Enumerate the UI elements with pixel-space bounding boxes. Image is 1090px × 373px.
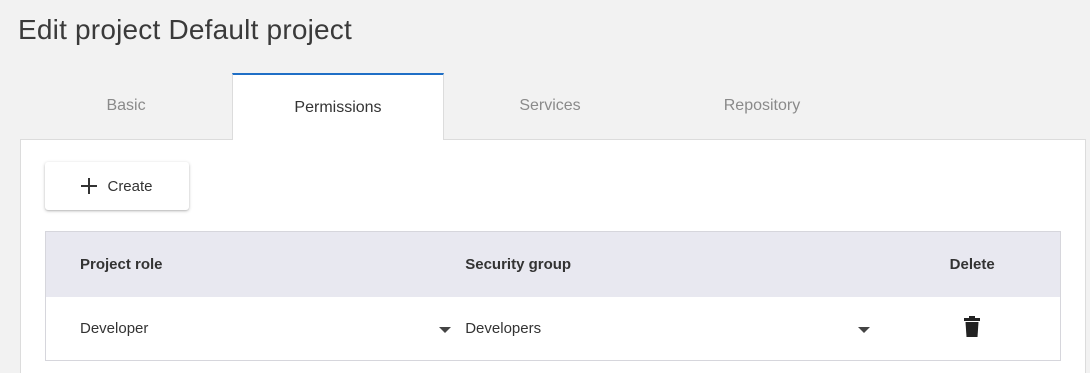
project-role-select[interactable]: Developer — [46, 297, 465, 360]
page-title: Edit project Default project — [18, 14, 352, 45]
project-role-value: Developer — [80, 320, 149, 337]
chevron-down-icon — [439, 326, 452, 333]
security-group-value: Developers — [465, 320, 542, 337]
permissions-table: Project role Security group Delete Devel… — [45, 231, 1061, 361]
tab-basic[interactable]: Basic — [20, 73, 232, 139]
chevron-down-icon — [858, 326, 871, 333]
tab-bar: Basic Permissions Services Repository — [20, 73, 868, 140]
permissions-panel: Create Project role Security group Delet… — [20, 139, 1086, 373]
header-security-group: Security group — [465, 256, 572, 273]
header-project-role: Project role — [80, 256, 163, 273]
tab-services[interactable]: Services — [444, 73, 656, 139]
security-group-select[interactable]: Developers — [465, 297, 884, 360]
header-delete: Delete — [949, 256, 995, 273]
create-button-label: Create — [107, 177, 153, 195]
table-row: Developer Developers — [46, 297, 1060, 360]
tab-repository[interactable]: Repository — [656, 73, 868, 139]
create-button[interactable]: Create — [45, 162, 189, 210]
trash-icon[interactable] — [964, 316, 981, 337]
edit-project-page: Edit project Default project Basic Permi… — [0, 0, 1090, 373]
plus-icon — [81, 178, 98, 194]
tab-permissions[interactable]: Permissions — [232, 73, 444, 140]
table-header: Project role Security group Delete — [46, 232, 1060, 297]
delete-cell — [884, 316, 1060, 341]
